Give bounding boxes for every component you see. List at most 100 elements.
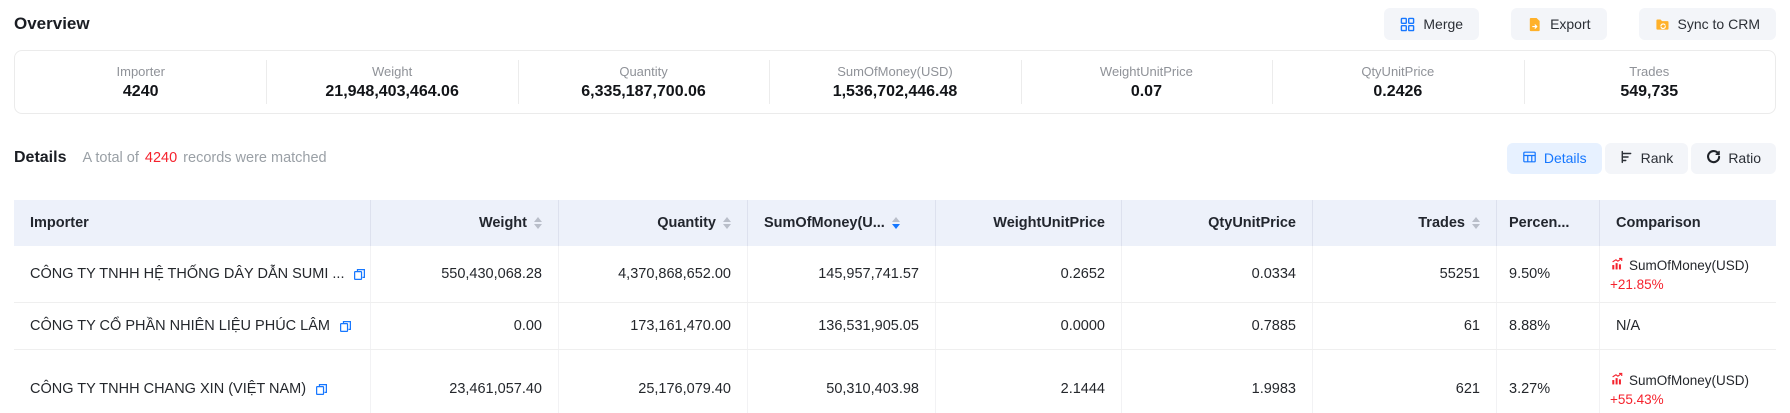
merge-icon [1400,17,1415,32]
table-row: CÔNG TY TNHH HỆ THỐNG DÂY DẪN SUMI ... 5… [14,246,1776,303]
merge-button[interactable]: Merge [1384,8,1479,40]
percentage-cell: 3.27% [1497,350,1600,413]
stat-value: 0.2426 [1373,83,1422,101]
comparison-cell: SumOfMoney(USD) +21.85% [1600,246,1776,302]
stat-label: Quantity [619,64,667,79]
quantity-cell: 173,161,470.00 [559,303,748,349]
weight-cell: 23,461,057.40 [371,350,559,413]
stat-value: 6,335,187,700.06 [581,83,706,101]
stat-value: 0.07 [1131,83,1162,101]
weight-unit-price-cell: 2.1444 [936,350,1122,413]
top-actions: Merge Export Sync to CRM [1384,8,1776,40]
col-header-comparison: Comparison [1600,200,1776,246]
stat-label: Trades [1629,64,1669,79]
importer-cell: CÔNG TY TNHH HỆ THỐNG DÂY DẪN SUMI ... [14,246,371,302]
overview-stats-card: Importer 4240 Weight 21,948,403,464.06 Q… [14,50,1776,114]
export-button-label: Export [1550,16,1590,32]
sync-folder-icon [1655,17,1670,32]
stat-value: 21,948,403,464.06 [325,83,458,101]
sort-icon-quantity[interactable] [723,217,731,229]
col-header-weight-unit-price: WeightUnitPrice [936,200,1122,246]
col-header-trades[interactable]: Trades [1313,200,1497,246]
trades-cell: 621 [1313,350,1497,413]
view-tabs: Details Rank Ratio [1507,143,1776,174]
copy-icon[interactable] [339,320,352,333]
rank-bars-icon [1620,150,1634,167]
percentage-cell: 8.88% [1497,303,1600,349]
sort-icon-sum-of-money-active-desc[interactable] [892,217,900,229]
stat-value: 1,536,702,446.48 [833,83,958,101]
col-header-weight[interactable]: Weight [371,200,559,246]
comparison-cell: SumOfMoney(USD) +55.43% [1600,350,1776,413]
sort-icon-weight[interactable] [534,217,542,229]
summary-suffix: records were matched [183,150,326,166]
percentage-cell: 9.50% [1497,246,1600,302]
col-header-trades-label: Trades [1418,215,1465,231]
col-header-quantity-label: Quantity [657,215,716,231]
qty-unit-price-cell: 0.0334 [1122,246,1313,302]
table-body: CÔNG TY TNHH HỆ THỐNG DÂY DẪN SUMI ... 5… [14,246,1776,413]
stat-sum-of-money: SumOfMoney(USD) 1,536,702,446.48 [769,51,1020,113]
details-title: Details [14,149,66,167]
comparison-change: +21.85% [1610,277,1664,292]
tab-details-label: Details [1544,150,1587,166]
col-header-weight-label: Weight [479,215,527,231]
quantity-cell: 4,370,868,652.00 [559,246,748,302]
table-icon [1522,150,1537,167]
weight-cell: 0.00 [371,303,559,349]
stat-label: QtyUnitPrice [1361,64,1434,79]
col-header-sum-of-money-label: SumOfMoney(U... [764,215,885,231]
stat-qty-unit-price: QtyUnitPrice 0.2426 [1272,51,1523,113]
importer-name[interactable]: CÔNG TY CỔ PHẦN NHIÊN LIỆU PHÚC LÂM [30,318,330,334]
tab-ratio-label: Ratio [1728,150,1761,166]
stat-label: Importer [117,64,165,79]
weight-unit-price-cell: 0.2652 [936,246,1122,302]
comparison-cell: N/A [1600,303,1776,349]
trades-cell: 61 [1313,303,1497,349]
table-row: CÔNG TY CỔ PHẦN NHIÊN LIỆU PHÚC LÂM 0.00… [14,303,1776,350]
tab-rank-label: Rank [1641,150,1674,166]
chart-up-icon [1610,372,1624,389]
importer-cell: CÔNG TY CỔ PHẦN NHIÊN LIỆU PHÚC LÂM [14,303,371,349]
stat-quantity: Quantity 6,335,187,700.06 [518,51,769,113]
export-button[interactable]: Export [1511,8,1606,40]
col-header-qty-unit-price: QtyUnitPrice [1122,200,1313,246]
weight-unit-price-cell: 0.0000 [936,303,1122,349]
col-header-sum-of-money[interactable]: SumOfMoney(U... [748,200,936,246]
stat-trades: Trades 549,735 [1524,51,1775,113]
importer-name[interactable]: CÔNG TY TNHH HỆ THỐNG DÂY DẪN SUMI ... [30,266,344,282]
importer-cell: CÔNG TY TNHH CHANG XIN (VIỆT NAM) [14,350,371,413]
comparison-label: SumOfMoney(USD) [1629,258,1749,273]
sync-to-crm-button[interactable]: Sync to CRM [1639,8,1776,40]
copy-icon[interactable] [315,383,328,396]
records-summary: A total of 4240 records were matched [82,150,326,166]
record-count: 4240 [145,150,177,166]
stat-value: 549,735 [1620,83,1678,101]
stat-weight-unit-price: WeightUnitPrice 0.07 [1021,51,1272,113]
stat-importer: Importer 4240 [15,51,266,113]
trades-cell: 55251 [1313,246,1497,302]
sort-icon-trades[interactable] [1472,217,1480,229]
comparison-label: SumOfMoney(USD) [1629,373,1749,388]
qty-unit-price-cell: 1.9983 [1122,350,1313,413]
col-header-quantity[interactable]: Quantity [559,200,748,246]
copy-icon[interactable] [353,268,366,281]
stat-weight: Weight 21,948,403,464.06 [266,51,517,113]
col-header-percentage: Percen... [1497,200,1600,246]
comparison-change: +55.43% [1610,392,1664,407]
details-bar: Details A total of 4240 records were match… [14,142,1776,174]
sum-of-money-cell: 145,957,741.57 [748,246,936,302]
merge-button-label: Merge [1423,16,1463,32]
table-header-row: Importer Weight Quantity SumOfMoney(U...… [14,200,1776,246]
details-table: Importer Weight Quantity SumOfMoney(U...… [14,200,1776,413]
stat-label: SumOfMoney(USD) [837,64,953,79]
stat-label: WeightUnitPrice [1100,64,1193,79]
tab-rank[interactable]: Rank [1605,143,1689,174]
tab-ratio[interactable]: Ratio [1691,143,1776,174]
sum-of-money-cell: 136,531,905.05 [748,303,936,349]
importer-name[interactable]: CÔNG TY TNHH CHANG XIN (VIỆT NAM) [30,381,306,397]
summary-prefix: A total of [82,150,138,166]
stat-label: Weight [372,64,412,79]
tab-details[interactable]: Details [1507,143,1602,174]
stat-value: 4240 [123,83,159,101]
